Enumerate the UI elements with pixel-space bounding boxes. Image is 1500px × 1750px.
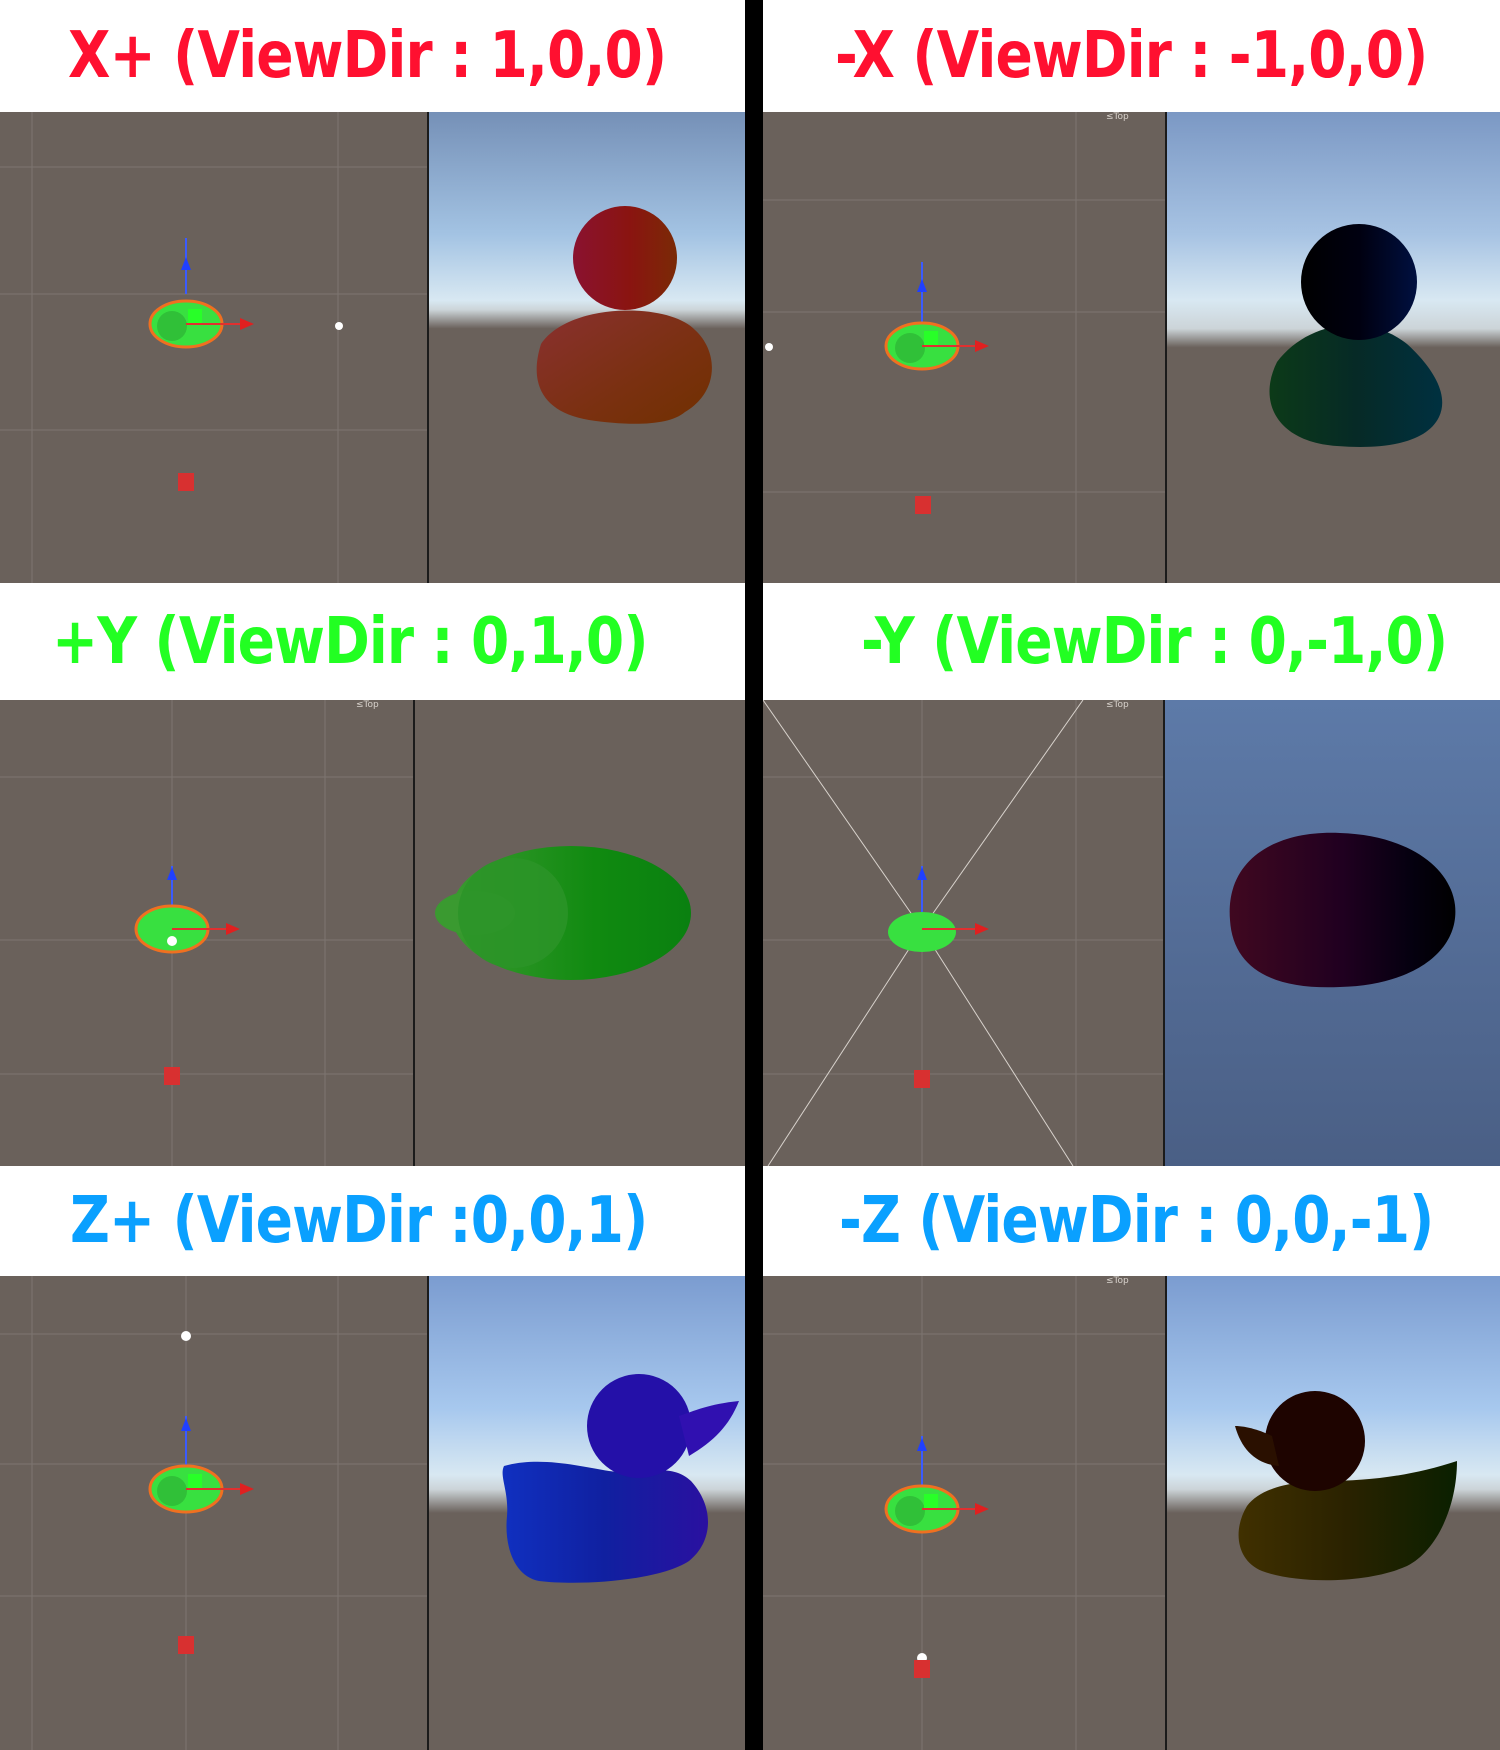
scene-gizmos (0, 112, 427, 583)
scene-view[interactable]: ≤Top (763, 700, 1163, 1166)
object-sphere (895, 333, 925, 363)
game-view (1167, 112, 1500, 583)
y-axis-arrow-icon (917, 279, 927, 292)
duck-head (573, 206, 677, 310)
light-icon (335, 322, 343, 330)
panel-title: +Y (ViewDir : 0,1,0) (0, 583, 745, 700)
camera-icon (915, 496, 931, 514)
view-orientation-label: ≤Top (1106, 1276, 1129, 1286)
panel-title: X+ (ViewDir : 1,0,0) (0, 0, 745, 112)
scene-view[interactable]: ≤Top (763, 112, 1165, 583)
duck-render (1269, 224, 1443, 447)
panel-title: -Z (ViewDir : 0,0,-1) (763, 1166, 1500, 1276)
panel-title-text: -Y (ViewDir : 0,-1,0) (861, 604, 1448, 679)
game-view (415, 700, 745, 1166)
duck-render (435, 846, 691, 980)
panel-title: Z+ (ViewDir :0,0,1) (0, 1166, 745, 1276)
camera-icon (178, 473, 194, 491)
camera-icon (164, 1067, 180, 1085)
selected-object (888, 912, 956, 952)
object-cube (924, 1494, 938, 1508)
y-axis-arrow-icon (917, 1438, 927, 1451)
x-axis-arrow-icon (975, 923, 989, 935)
viewport: ≤Top (763, 700, 1500, 1166)
duck-render (536, 206, 712, 424)
object-cube (924, 331, 938, 345)
duck-body (536, 310, 712, 424)
duck-body (1238, 1461, 1457, 1581)
game-view (429, 112, 745, 583)
panel-title-text: Z+ (ViewDir :0,0,1) (70, 1184, 648, 1258)
game-view (1167, 1276, 1500, 1750)
viewport: ≤Top (763, 1276, 1500, 1750)
object-cube (188, 1474, 202, 1488)
scene-gizmos (763, 112, 1165, 583)
duck-render (1235, 1391, 1457, 1581)
panel-title: -X (ViewDir : -1,0,0) (763, 0, 1500, 112)
view-orientation-label: ≤Top (356, 700, 379, 710)
panel-title: -Y (ViewDir : 0,-1,0) (763, 583, 1500, 700)
scene-gizmos (763, 700, 1163, 1166)
scene-view[interactable]: ≤Top (763, 1276, 1165, 1750)
viewport (0, 1276, 745, 1750)
panel-title-text: X+ (ViewDir : 1,0,0) (68, 19, 667, 93)
camera-icon (914, 1660, 930, 1678)
x-axis-arrow-icon (975, 1503, 989, 1515)
duck-head (1301, 224, 1417, 340)
duck-body (502, 1461, 709, 1583)
game-view (1165, 700, 1500, 1166)
object-cube (188, 309, 202, 323)
scene-view[interactable]: ≤Top (0, 700, 413, 1166)
duck-body (1229, 832, 1456, 988)
scene-gizmos (0, 1276, 427, 1750)
scene-view[interactable] (0, 1276, 427, 1750)
panel-title-text: -X (ViewDir : -1,0,0) (835, 19, 1428, 93)
viewport: ≤Top (0, 700, 745, 1166)
duck-head (1265, 1391, 1365, 1491)
x-axis-arrow-icon (240, 1483, 254, 1495)
panel-z-minus: -Z (ViewDir : 0,0,-1) ≤Top (763, 1166, 1500, 1750)
panel-title-text: +Y (ViewDir : 0,1,0) (52, 604, 649, 679)
scene-view[interactable] (0, 112, 427, 583)
object-sphere (895, 1496, 925, 1526)
duck-head (587, 1374, 691, 1478)
viewport: ≤Top (763, 112, 1500, 583)
light-icon (181, 1331, 191, 1341)
y-axis-arrow-icon (181, 1418, 191, 1431)
game-view (429, 1276, 745, 1750)
duck-render (1229, 832, 1456, 988)
duck-body (1269, 324, 1443, 447)
light-icon (765, 343, 773, 351)
panel-y-plus: +Y (ViewDir : 0,1,0) ≤Top (0, 583, 745, 1166)
object-sphere (157, 1476, 187, 1506)
duck-render (502, 1374, 739, 1583)
scene-gizmos (763, 1276, 1165, 1750)
x-axis-arrow-icon (975, 340, 989, 352)
panel-y-minus: -Y (ViewDir : 0,-1,0) ≤Top (763, 583, 1500, 1166)
x-axis-arrow-icon (226, 923, 240, 935)
panel-z-plus: Z+ (ViewDir :0,0,1) (0, 1166, 745, 1750)
y-axis-arrow-icon (181, 257, 191, 270)
viewport (0, 112, 745, 583)
camera-icon (914, 1070, 930, 1088)
object-sphere (157, 311, 187, 341)
camera-icon (178, 1636, 194, 1654)
light-icon (167, 936, 177, 946)
panel-x-minus: -X (ViewDir : -1,0,0) ≤Top (763, 0, 1500, 583)
view-orientation-label: ≤Top (1106, 700, 1129, 710)
panel-x-plus: X+ (ViewDir : 1,0,0) (0, 0, 745, 583)
y-axis-arrow-icon (917, 867, 927, 880)
duck-head (458, 858, 568, 968)
view-orientation-label: ≤Top (1106, 112, 1129, 122)
y-axis-arrow-icon (167, 867, 177, 880)
scene-gizmos (0, 700, 413, 1166)
panel-title-text: -Z (ViewDir : 0,0,-1) (839, 1184, 1434, 1258)
x-axis-arrow-icon (240, 318, 254, 330)
